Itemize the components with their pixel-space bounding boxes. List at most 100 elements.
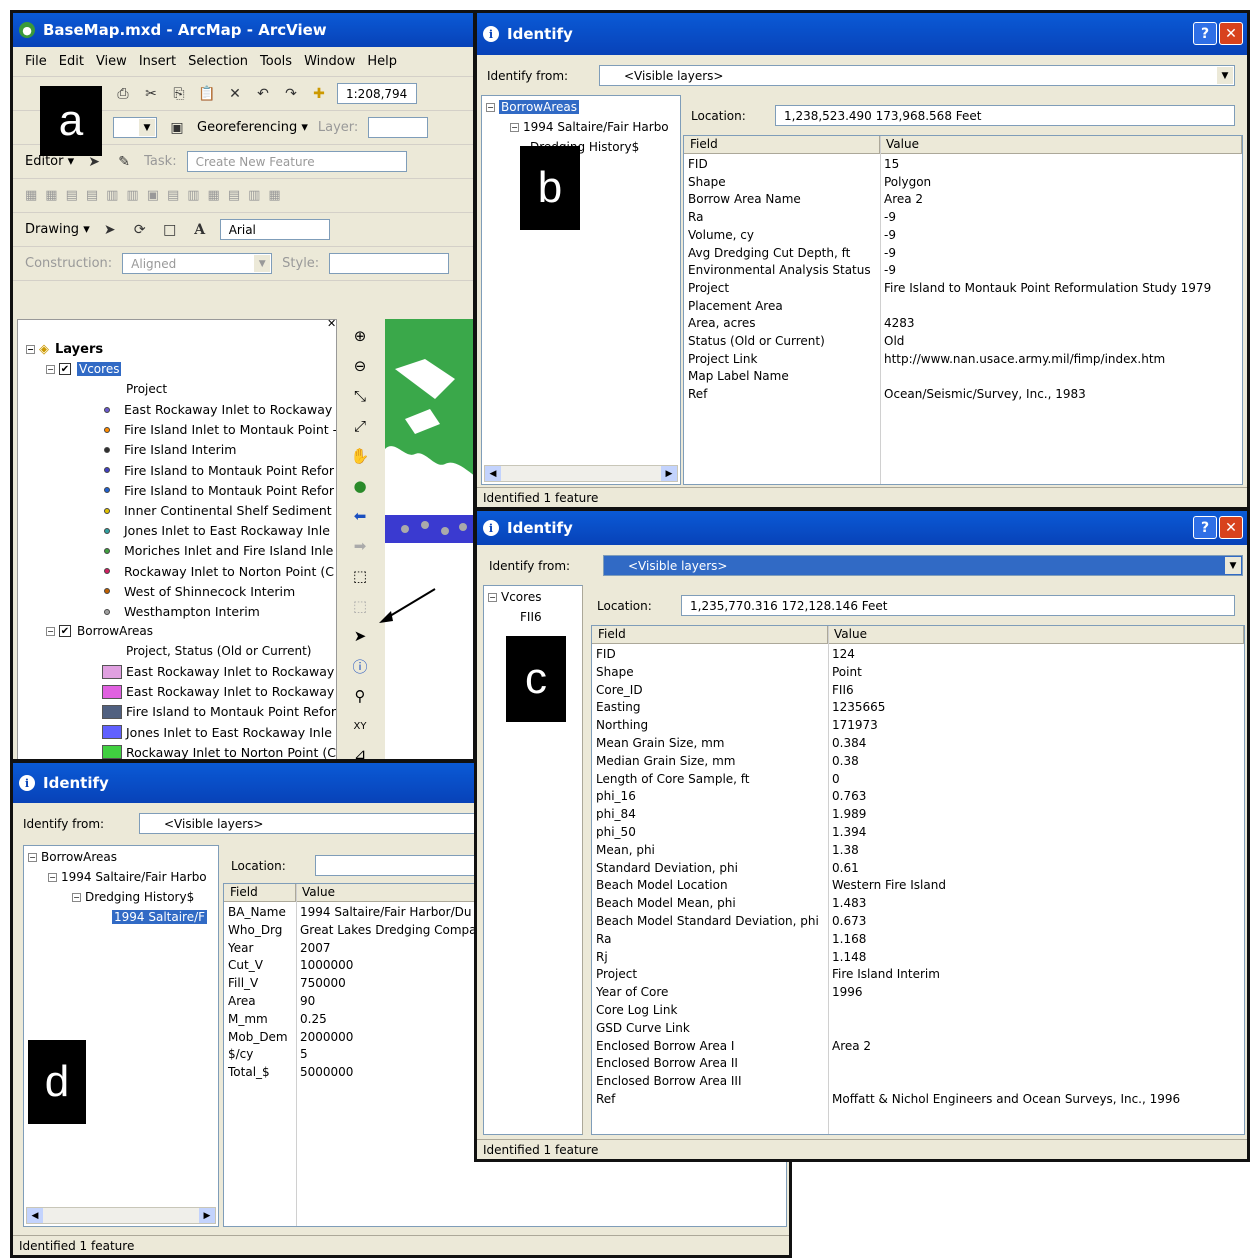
rectangle-icon[interactable]: □ — [160, 220, 180, 240]
tree-node-record[interactable]: 1994 Saltaire/F — [112, 910, 208, 924]
identify-from-combo[interactable]: <Visible layers> ▼ — [603, 555, 1243, 576]
table-row[interactable]: phi_16 0.763 — [592, 788, 1244, 806]
tree-node-borrowareas[interactable]: − BorrowAreas — [486, 100, 579, 114]
redo-icon[interactable]: ↷ — [281, 84, 301, 104]
table-row[interactable]: phi_50 1.394 — [592, 824, 1244, 842]
editor-menu[interactable]: Editor ▾ — [25, 154, 74, 169]
pan-icon[interactable]: ✋ — [349, 445, 371, 467]
table-row[interactable]: Ra -9 — [684, 209, 1242, 227]
back-extent-icon[interactable]: ⬅ — [349, 505, 371, 527]
table-row[interactable]: Project Fire Island to Montauk Point Refo… — [684, 280, 1242, 298]
select-elements-icon[interactable]: ➤ — [349, 625, 371, 647]
table-row[interactable]: Ra 1.168 — [592, 931, 1244, 949]
toc-vcores[interactable]: − ✔ Vcores — [46, 362, 122, 376]
table-row[interactable]: Environmental Analysis Status -9 — [684, 262, 1242, 280]
full-extent-icon[interactable]: ● — [349, 475, 371, 497]
table-row[interactable]: FID 124 — [592, 646, 1244, 664]
table-row[interactable]: Mean, phi 1.38 — [592, 842, 1244, 860]
cut-icon[interactable]: ✂ — [141, 84, 161, 104]
table-row[interactable]: Shape Point — [592, 664, 1244, 682]
tree-scrollbar[interactable]: ◀ ▶ — [484, 465, 678, 482]
table-row[interactable]: Rj 1.148 — [592, 949, 1244, 967]
georef-layer-combo[interactable] — [368, 117, 429, 138]
delete-icon[interactable]: ✕ — [225, 84, 245, 104]
table-row[interactable]: Core_ID FII6 — [592, 682, 1244, 700]
checkbox-icon[interactable]: ✔ — [59, 625, 71, 637]
fixed-zoom-out-icon[interactable]: ⤢ — [349, 415, 371, 437]
copy-icon[interactable]: ⎘ — [169, 84, 189, 104]
table-row[interactable]: Beach Model Standard Deviation, phi 0.673 — [592, 913, 1244, 931]
table-row[interactable]: Borrow Area Name Area 2 — [684, 191, 1242, 209]
table-row[interactable]: Standard Deviation, phi 0.61 — [592, 860, 1244, 878]
tree-node-feature[interactable]: −1994 Saltaire/Fair Harbo — [510, 120, 669, 134]
forward-extent-icon[interactable]: ➡ — [349, 535, 371, 557]
table-row[interactable]: Median Grain Size, mm 0.38 — [592, 753, 1244, 771]
table-row[interactable]: Map Label Name — [684, 368, 1242, 386]
menu-item-view[interactable]: View — [96, 54, 127, 69]
sketch-tool-icon[interactable]: ✎ — [114, 152, 134, 172]
scale-input[interactable]: 1:208,794 — [337, 83, 417, 104]
table-row[interactable]: Mean Grain Size, mm 0.384 — [592, 735, 1244, 753]
tree-node-vcores[interactable]: − Vcores — [488, 590, 541, 604]
table-row[interactable]: Enclosed Borrow Area II — [592, 1055, 1244, 1073]
topology-tools-icon[interactable]: ▦▦▤▤▥▥▣▤▥▦▤▥▦ — [25, 188, 289, 203]
table-row[interactable]: Avg Dredging Cut Depth, ft -9 — [684, 245, 1242, 263]
georeferencing-menu[interactable]: Georeferencing ▾ — [197, 120, 308, 135]
menu-item-selection[interactable]: Selection — [188, 54, 248, 69]
tree-node-table[interactable]: − Dredging History$ — [72, 890, 194, 904]
select-elements-icon[interactable]: ➤ — [100, 220, 120, 240]
select-features-icon[interactable]: ⬚ — [349, 565, 371, 587]
clear-selection-icon[interactable]: ⬚ — [349, 595, 371, 617]
drawing-menu[interactable]: Drawing ▾ — [25, 222, 90, 237]
close-button[interactable]: ✕ — [1219, 516, 1243, 539]
map-view[interactable] — [385, 319, 473, 759]
style-combo[interactable] — [329, 253, 450, 274]
menu-item-help[interactable]: Help — [367, 54, 397, 69]
tree-node-feature[interactable]: −1994 Saltaire/Fair Harbo — [48, 870, 207, 884]
table-row[interactable]: Volume, cy -9 — [684, 227, 1242, 245]
undo-icon[interactable]: ↶ — [253, 84, 273, 104]
tree-node-feature[interactable]: FII6 — [520, 610, 542, 624]
rotate-icon[interactable]: ⟳ — [130, 220, 150, 240]
toc-borrowareas[interactable]: − ✔ BorrowAreas — [46, 624, 153, 638]
tree-node-borrowareas[interactable]: − BorrowAreas — [28, 850, 117, 864]
menu-item-insert[interactable]: Insert — [139, 54, 176, 69]
layer-combo[interactable]: ▼ — [113, 117, 157, 138]
print-icon[interactable]: ⎙ — [113, 84, 133, 104]
close-button[interactable]: ✕ — [1219, 22, 1243, 45]
toc-close-icon[interactable]: ✕ — [327, 317, 336, 330]
table-row[interactable]: Ref Moffatt & Nichol Engineers and Ocean … — [592, 1091, 1244, 1109]
zoom-out-icon[interactable]: ⊖ — [349, 355, 371, 377]
table-row[interactable]: Beach Model Mean, phi 1.483 — [592, 895, 1244, 913]
table-row[interactable]: Shape Polygon — [684, 174, 1242, 192]
table-row[interactable]: Easting 1235665 — [592, 699, 1244, 717]
task-combo[interactable]: Create New Feature — [186, 151, 407, 172]
georef-icon[interactable]: ▣ — [167, 118, 187, 138]
table-row[interactable]: FID 15 — [684, 156, 1242, 174]
zoom-in-icon[interactable]: ⊕ — [349, 325, 371, 347]
table-row[interactable]: Area, acres 4283 — [684, 315, 1242, 333]
help-button[interactable]: ? — [1193, 22, 1217, 45]
table-row[interactable]: Enclosed Borrow Area I Area 2 — [592, 1038, 1244, 1056]
toc-root[interactable]: − ◈ Layers — [26, 342, 103, 357]
checkbox-icon[interactable]: ✔ — [59, 363, 71, 375]
identify-from-combo[interactable]: <Visible layers> ▼ — [599, 65, 1235, 86]
table-row[interactable]: phi_84 1.989 — [592, 806, 1244, 824]
table-row[interactable]: Project Fire Island Interim — [592, 966, 1244, 984]
table-row[interactable]: Northing 171973 — [592, 717, 1244, 735]
fixed-zoom-in-icon[interactable]: ⤡ — [349, 385, 371, 407]
text-icon[interactable]: A — [190, 220, 210, 240]
add-data-icon[interactable]: ✚ — [309, 84, 329, 104]
table-row[interactable]: Length of Core Sample, ft 0 — [592, 771, 1244, 789]
font-combo[interactable]: Arial — [219, 219, 330, 240]
table-row[interactable]: Beach Model Location Western Fire Island — [592, 877, 1244, 895]
paste-icon[interactable]: 📋 — [197, 84, 217, 104]
go-to-xy-icon[interactable]: XY — [349, 715, 371, 737]
help-button[interactable]: ? — [1193, 516, 1217, 539]
table-row[interactable]: Enclosed Borrow Area III — [592, 1073, 1244, 1091]
menu-item-window[interactable]: Window — [304, 54, 355, 69]
identify-icon[interactable]: ⓘ — [349, 655, 371, 677]
find-icon[interactable]: ⚲ — [349, 685, 371, 707]
table-row[interactable]: Placement Area — [684, 298, 1242, 316]
construction-combo[interactable]: Aligned ▼ — [122, 253, 273, 274]
